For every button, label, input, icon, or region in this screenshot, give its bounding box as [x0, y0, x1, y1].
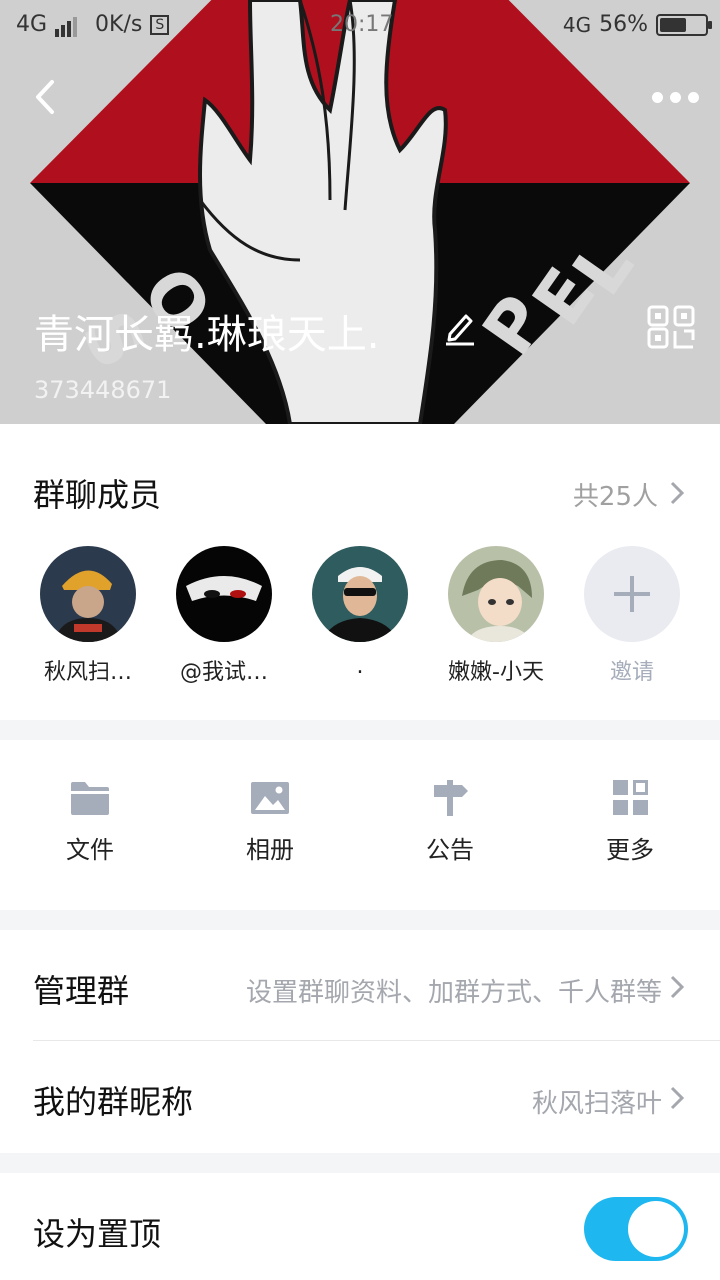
member-name: .	[356, 654, 364, 679]
invite-button[interactable]	[584, 546, 680, 642]
pin-to-top-row: 设为置顶	[0, 1173, 720, 1280]
pin-to-top-label: 设为置顶	[33, 1215, 162, 1253]
network-label: 4G	[16, 12, 48, 37]
qr-code-icon[interactable]	[646, 304, 696, 350]
more-menu-icon[interactable]	[652, 84, 702, 110]
member-name: 嫩嫩-小天	[448, 660, 544, 685]
chevron-right-icon	[670, 481, 685, 505]
manage-group-hint: 设置群聊资料、加群方式、千人群等	[245, 978, 662, 1008]
group-cover-image: S O P E L	[0, 0, 720, 424]
chevron-right-icon	[670, 1086, 685, 1110]
tool-announcement[interactable]: 公告	[400, 780, 500, 865]
section-divider	[0, 720, 720, 740]
section-divider	[0, 910, 720, 930]
s-badge-icon: S	[150, 14, 170, 35]
group-nickname-value: 秋风扫落叶	[531, 1089, 662, 1119]
network-right-label: 4G	[562, 12, 592, 37]
member-name: 秋风扫…	[43, 660, 132, 685]
tool-label: 文件	[66, 836, 114, 864]
members-count: 共25人	[572, 482, 658, 512]
pin-to-top-toggle[interactable]	[584, 1197, 688, 1261]
status-bar: 4G 0K/s S 20:17 4G 56%	[0, 0, 720, 50]
folder-icon	[71, 782, 109, 815]
battery-icon	[656, 13, 712, 36]
grid-icon	[613, 780, 648, 815]
tool-label: 更多	[606, 836, 654, 864]
manage-group-row[interactable]: 管理群 设置群聊资料、加群方式、千人群等	[0, 930, 720, 1042]
member-avatar[interactable]	[312, 546, 408, 642]
tool-more[interactable]: 更多	[580, 780, 680, 865]
members-section[interactable]: 群聊成员 共25人 秋风扫… @我试… . 嫩嫩-小天 邀请	[0, 424, 720, 720]
members-title: 群聊成员	[33, 476, 162, 514]
photo-icon	[251, 782, 289, 814]
chevron-right-icon	[670, 975, 685, 999]
manage-group-label: 管理群	[33, 972, 130, 1010]
member-avatar[interactable]	[40, 546, 136, 642]
group-header: S O P E L 4G 0K/s S 20:17 4G 56% 青河长羁.琳琅…	[0, 0, 720, 424]
member-name: @我试…	[179, 660, 268, 685]
group-id: 373448671	[34, 376, 172, 404]
group-tools: 文件 相册 公告 更多	[0, 740, 720, 910]
member-avatar[interactable]	[448, 546, 544, 642]
member-avatar[interactable]	[176, 546, 272, 642]
group-nickname-label: 我的群昵称	[33, 1083, 194, 1121]
tool-label: 相册	[246, 836, 294, 864]
group-name: 青河长羁.琳琅天上.	[34, 312, 380, 358]
section-divider	[0, 1153, 720, 1173]
tool-album[interactable]: 相册	[220, 780, 320, 865]
back-arrow-icon[interactable]	[28, 72, 68, 122]
edit-pencil-icon[interactable]	[444, 310, 476, 346]
invite-label: 邀请	[609, 660, 654, 685]
speed-label: 0K/s	[95, 12, 143, 37]
signpost-icon	[434, 780, 468, 816]
group-nickname-row[interactable]: 我的群昵称 秋风扫落叶	[0, 1041, 720, 1153]
clock: 20:17	[330, 12, 394, 37]
battery-percent: 56%	[599, 12, 648, 37]
tool-files[interactable]: 文件	[40, 780, 140, 865]
signal-icon	[55, 12, 79, 37]
tool-label: 公告	[426, 836, 474, 864]
